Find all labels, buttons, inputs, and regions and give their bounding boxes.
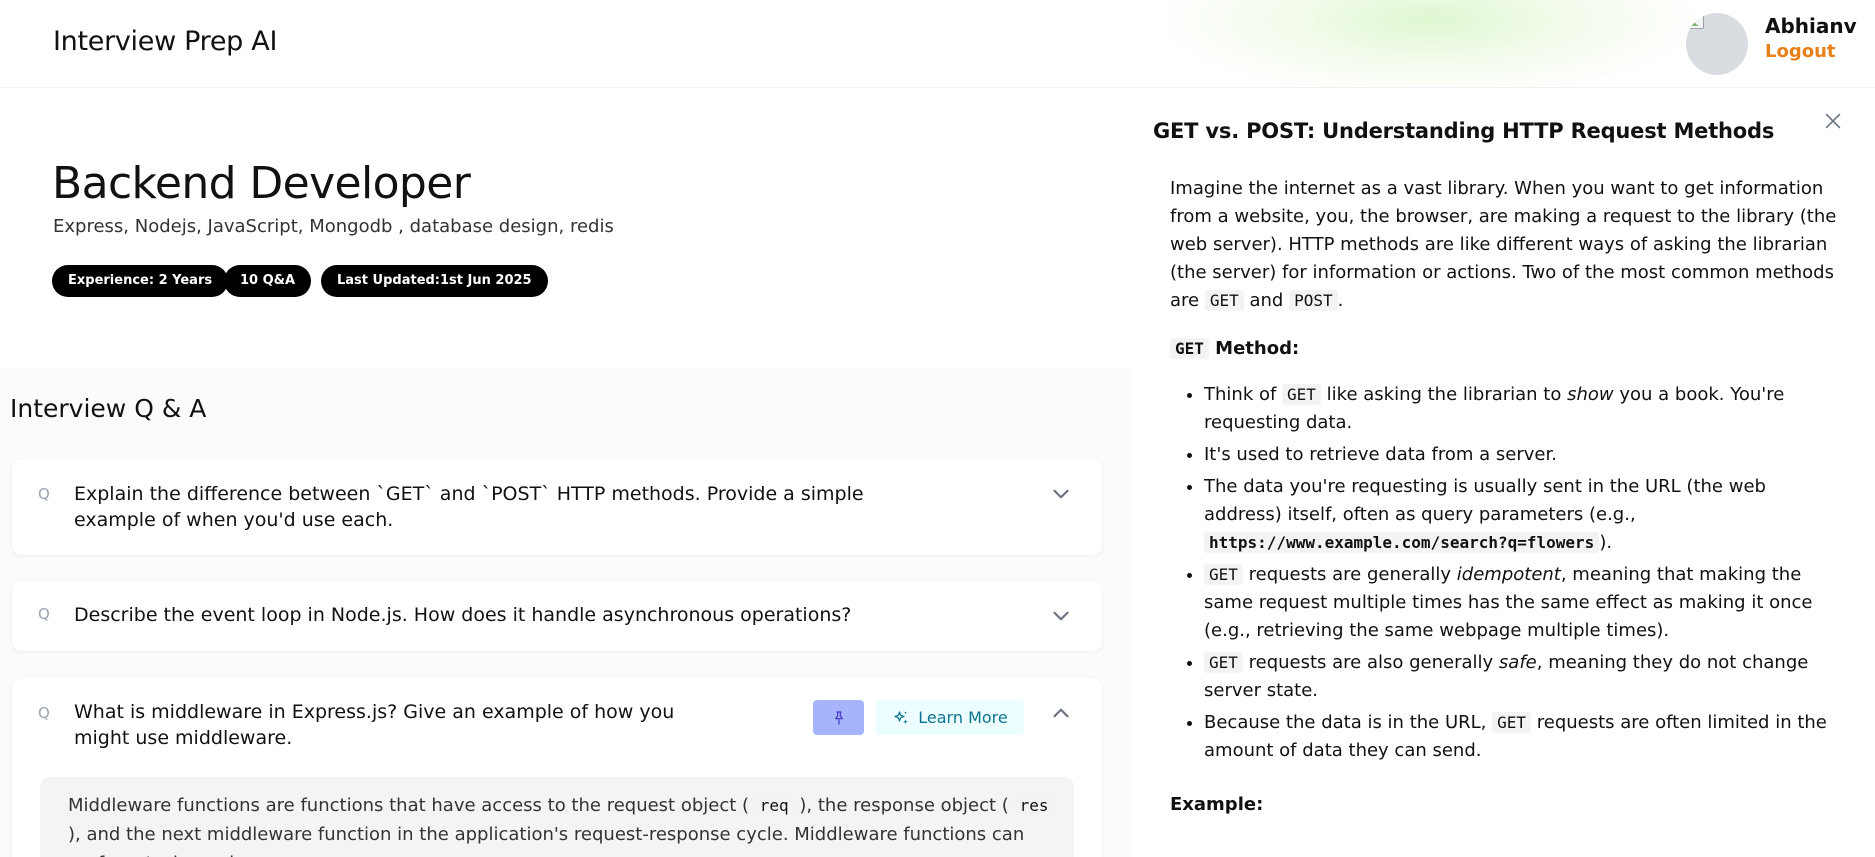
question-text: Explain the difference between `GET` and… <box>74 483 864 531</box>
text-segment: Think of <box>1204 384 1283 405</box>
broken-image-icon <box>1688 15 1704 29</box>
inline-code: GET <box>1492 712 1532 733</box>
qa-count-badge: 10 Q&A <box>224 265 312 297</box>
text-segment: requests are also generally <box>1242 652 1499 673</box>
emphasis: idempotent <box>1456 564 1561 585</box>
example-heading: Example: <box>1170 794 1264 815</box>
top-header: Interview Prep AI Abhianv Logout <box>0 0 1875 88</box>
qa-heading: Interview Q & A <box>10 394 207 423</box>
pin-icon <box>834 710 843 725</box>
question-marker: Q <box>38 605 50 623</box>
sparkle-icon <box>894 710 909 724</box>
get-method-heading: GET Method: <box>1170 335 1842 363</box>
header-glow-decoration <box>1150 0 1710 87</box>
pin-button[interactable] <box>813 700 864 735</box>
page-title: Backend Developer <box>52 158 471 209</box>
logout-button[interactable]: Logout <box>1765 41 1836 62</box>
answer-segment: Middleware functions are functions that … <box>68 795 755 816</box>
question-card[interactable]: Q Describe the event loop in Node.js. Ho… <box>12 581 1102 651</box>
answer-segment: ), the response object ( <box>793 795 1015 816</box>
question-marker: Q <box>38 485 50 503</box>
answer-box: Middleware functions are functions that … <box>40 777 1074 857</box>
inline-code: GET <box>1204 290 1244 311</box>
text-segment: and <box>1243 290 1290 311</box>
question-text: What is middleware in Express.js? Give a… <box>74 701 675 749</box>
topics-text: Express, Nodejs, JavaScript, Mongodb , d… <box>53 216 614 237</box>
inline-code: req <box>754 795 794 816</box>
emphasis: safe <box>1498 652 1537 673</box>
heading-text: Method: <box>1208 338 1300 359</box>
user-name: Abhianv <box>1765 14 1857 38</box>
list-item: Think of GET like asking the librarian t… <box>1204 381 1842 437</box>
emphasis: show <box>1567 384 1614 405</box>
text-segment: It's used to retrieve data from a server… <box>1204 444 1557 465</box>
inline-code: GET <box>1204 564 1243 585</box>
chevron-down-icon[interactable] <box>1048 481 1074 507</box>
learn-more-button[interactable]: Learn More <box>876 700 1024 735</box>
list-item: GET requests are also generally safe, me… <box>1204 649 1842 705</box>
chevron-up-icon[interactable] <box>1048 700 1074 726</box>
answer-text: Middleware functions are functions that … <box>68 791 1058 857</box>
avatar[interactable] <box>1686 13 1748 75</box>
inline-code: GET <box>1170 338 1209 359</box>
app-title[interactable]: Interview Prep AI <box>53 26 277 57</box>
question-text: Describe the event loop in Node.js. How … <box>74 604 852 626</box>
answer-segment: ), and the next middleware function in t… <box>68 824 1025 857</box>
get-bullet-list: Think of GET like asking the librarian t… <box>1170 381 1842 765</box>
intro-paragraph: Imagine the internet as a vast library. … <box>1170 175 1842 315</box>
inline-code: GET <box>1204 652 1243 673</box>
drawer-title: GET vs. POST: Understanding HTTP Request… <box>1153 119 1775 143</box>
experience-badge: Experience: 2 Years <box>52 265 229 297</box>
list-item: Because the data is in the URL, GET requ… <box>1204 709 1842 765</box>
question-marker: Q <box>38 704 50 722</box>
text-segment: like asking the librarian to <box>1320 384 1568 405</box>
text-segment: ). <box>1599 532 1613 553</box>
question-card[interactable]: Q Explain the difference between `GET` a… <box>12 459 1102 555</box>
text-segment: . <box>1337 290 1344 311</box>
close-icon[interactable] <box>1822 110 1844 132</box>
text-segment: The data you're requesting is usually se… <box>1204 476 1766 525</box>
inline-code: https://www.example.com/search?q=flowers <box>1204 532 1600 553</box>
list-item: The data you're requesting is usually se… <box>1204 473 1842 557</box>
list-item: It's used to retrieve data from a server… <box>1204 441 1842 469</box>
inline-code: POST <box>1289 290 1338 311</box>
last-updated-badge: Last Updated:1st Jun 2025 <box>321 265 548 297</box>
list-item: GET requests are generally idempotent, m… <box>1204 561 1842 645</box>
drawer-content: Imagine the internet as a vast library. … <box>1170 175 1842 837</box>
inline-code: res <box>1014 795 1054 816</box>
inline-code: GET <box>1282 384 1321 405</box>
text-segment: Because the data is in the URL, <box>1204 712 1493 733</box>
chevron-down-icon[interactable] <box>1048 603 1074 629</box>
learn-more-label: Learn More <box>918 708 1008 727</box>
text-segment: requests are generally <box>1242 564 1457 585</box>
